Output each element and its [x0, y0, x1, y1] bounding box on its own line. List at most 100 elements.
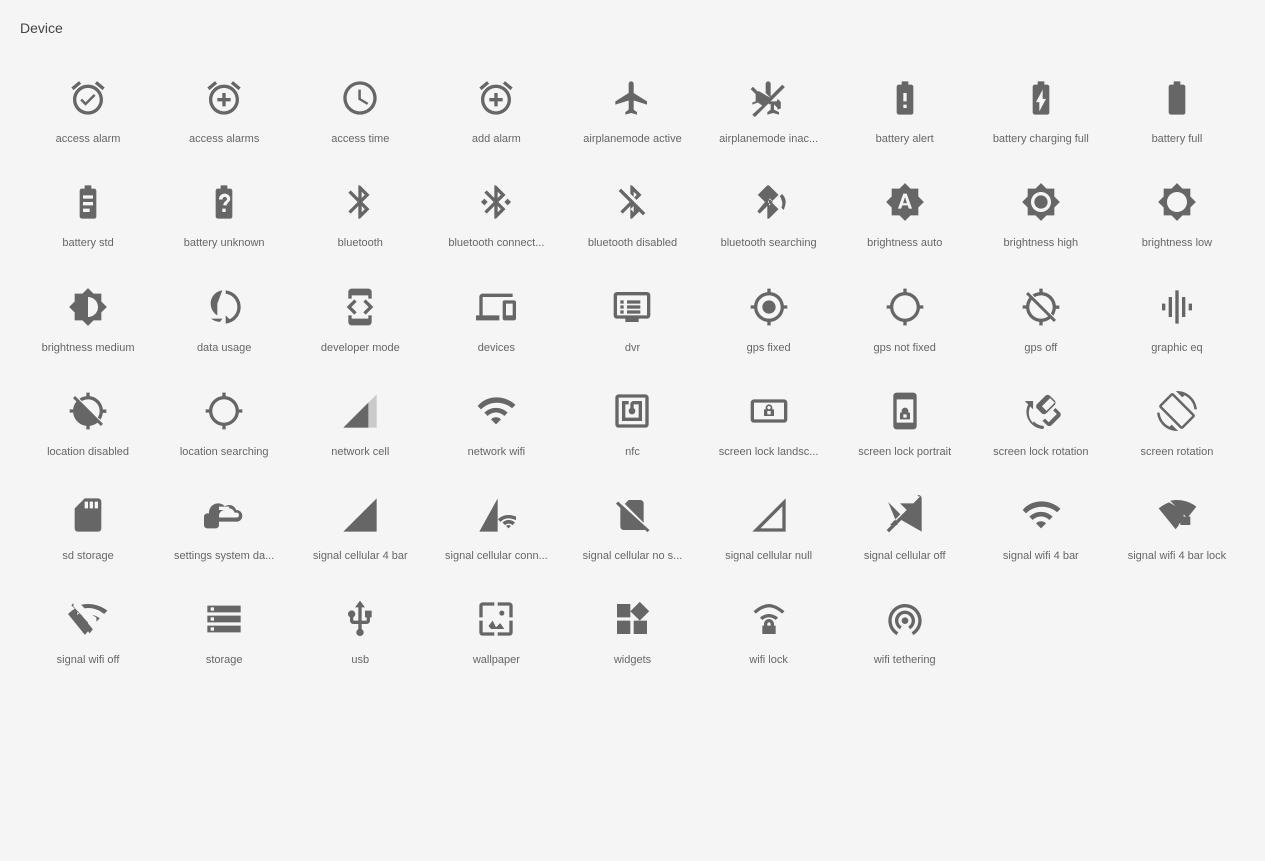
signal-wifi-off-icon: [64, 595, 112, 643]
icon-item-signal-wifi-4-bar-lock[interactable]: signal wifi 4 bar lock: [1109, 473, 1245, 577]
icon-item-graphic-eq[interactable]: graphic eq: [1109, 265, 1245, 369]
icon-item-bluetooth-disabled[interactable]: bluetooth disabled: [564, 160, 700, 264]
gps-not-fixed-label: gps not fixed: [874, 341, 936, 355]
icon-item-brightness-low[interactable]: brightness low: [1109, 160, 1245, 264]
signal-cellular-4-bar-icon: [336, 491, 384, 539]
battery-full-icon: [1153, 74, 1201, 122]
access-alarm-icon: [64, 74, 112, 122]
icon-item-signal-wifi-4-bar[interactable]: signal wifi 4 bar: [973, 473, 1109, 577]
add-alarm-icon: [472, 74, 520, 122]
icon-item-signal-cellular-off[interactable]: signal cellular off: [837, 473, 973, 577]
icon-item-location-disabled[interactable]: location disabled: [20, 369, 156, 473]
settings-system-daydream-icon: [200, 491, 248, 539]
battery-full-label: battery full: [1152, 132, 1203, 146]
icon-item-airplanemode-inactive[interactable]: airplanemode inac...: [701, 56, 837, 160]
location-searching-label: location searching: [180, 445, 269, 459]
bluetooth-searching-icon: [745, 178, 793, 226]
battery-alert-icon: [881, 74, 929, 122]
icon-item-devices[interactable]: devices: [428, 265, 564, 369]
icon-item-access-alarm[interactable]: access alarm: [20, 56, 156, 160]
icon-item-wifi-tethering[interactable]: wifi tethering: [837, 577, 973, 681]
bluetooth-label: bluetooth: [338, 236, 383, 250]
icon-item-network-cell[interactable]: network cell: [292, 369, 428, 473]
icon-item-bluetooth-connected[interactable]: bluetooth connect...: [428, 160, 564, 264]
location-disabled-label: location disabled: [47, 445, 129, 459]
settings-system-daydream-label: settings system da...: [174, 549, 274, 563]
battery-unknown-label: battery unknown: [184, 236, 265, 250]
icon-item-screen-lock-rotation[interactable]: screen lock rotation: [973, 369, 1109, 473]
icon-item-bluetooth-searching[interactable]: bluetooth searching: [701, 160, 837, 264]
icon-item-signal-wifi-off[interactable]: signal wifi off: [20, 577, 156, 681]
airplanemode-active-label: airplanemode active: [583, 132, 681, 146]
nfc-icon: [608, 387, 656, 435]
icon-item-brightness-medium[interactable]: brightness medium: [20, 265, 156, 369]
airplanemode-inactive-label: airplanemode inac...: [719, 132, 818, 146]
icon-item-data-usage[interactable]: data usage: [156, 265, 292, 369]
location-disabled-icon: [64, 387, 112, 435]
icon-item-add-alarm[interactable]: add alarm: [428, 56, 564, 160]
screen-lock-rotation-icon: [1017, 387, 1065, 435]
icon-item-battery-full[interactable]: battery full: [1109, 56, 1245, 160]
icon-item-screen-rotation[interactable]: screen rotation: [1109, 369, 1245, 473]
data-usage-label: data usage: [197, 341, 251, 355]
icon-item-signal-cellular-null[interactable]: signal cellular null: [701, 473, 837, 577]
signal-wifi-4-bar-lock-icon: [1153, 491, 1201, 539]
signal-wifi-off-label: signal wifi off: [57, 653, 120, 667]
icon-item-brightness-auto[interactable]: brightness auto: [837, 160, 973, 264]
wallpaper-label: wallpaper: [473, 653, 520, 667]
signal-wifi-4-bar-lock-label: signal wifi 4 bar lock: [1128, 549, 1226, 563]
bluetooth-connected-icon: [472, 178, 520, 226]
icon-item-battery-unknown[interactable]: battery unknown: [156, 160, 292, 264]
icon-item-storage[interactable]: storage: [156, 577, 292, 681]
icon-item-settings-system-daydream[interactable]: settings system da...: [156, 473, 292, 577]
icon-item-access-alarms[interactable]: access alarms: [156, 56, 292, 160]
icon-item-wallpaper[interactable]: wallpaper: [428, 577, 564, 681]
signal-cellular-off-label: signal cellular off: [864, 549, 946, 563]
add-alarm-label: add alarm: [472, 132, 521, 146]
icon-item-airplanemode-active[interactable]: airplanemode active: [564, 56, 700, 160]
icon-item-gps-fixed[interactable]: gps fixed: [701, 265, 837, 369]
developer-mode-label: developer mode: [321, 341, 400, 355]
icon-item-location-searching[interactable]: location searching: [156, 369, 292, 473]
icon-item-signal-cellular-connected[interactable]: signal cellular conn...: [428, 473, 564, 577]
icon-item-access-time[interactable]: access time: [292, 56, 428, 160]
bluetooth-disabled-label: bluetooth disabled: [588, 236, 677, 250]
icon-item-signal-cellular-no-sim[interactable]: signal cellular no s...: [564, 473, 700, 577]
bluetooth-searching-label: bluetooth searching: [721, 236, 817, 250]
icon-grid: access alarm access alarms access time a…: [20, 56, 1245, 682]
battery-charging-full-label: battery charging full: [993, 132, 1089, 146]
sd-storage-icon: [64, 491, 112, 539]
icon-item-gps-off[interactable]: gps off: [973, 265, 1109, 369]
icon-item-network-wifi[interactable]: network wifi: [428, 369, 564, 473]
signal-cellular-no-sim-label: signal cellular no s...: [583, 549, 683, 563]
icon-item-battery-charging-full[interactable]: battery charging full: [973, 56, 1109, 160]
icon-item-screen-lock-landscape[interactable]: screen lock landsc...: [701, 369, 837, 473]
signal-cellular-null-label: signal cellular null: [725, 549, 812, 563]
screen-lock-landscape-icon: [745, 387, 793, 435]
icon-item-bluetooth[interactable]: bluetooth: [292, 160, 428, 264]
icon-item-battery-alert[interactable]: battery alert: [837, 56, 973, 160]
icon-item-nfc[interactable]: nfc: [564, 369, 700, 473]
brightness-auto-label: brightness auto: [867, 236, 942, 250]
icon-item-gps-not-fixed[interactable]: gps not fixed: [837, 265, 973, 369]
wifi-tethering-icon: [881, 595, 929, 643]
icon-item-sd-storage[interactable]: sd storage: [20, 473, 156, 577]
icon-item-widgets[interactable]: widgets: [564, 577, 700, 681]
icon-item-wifi-lock[interactable]: wifi lock: [701, 577, 837, 681]
signal-cellular-4-bar-label: signal cellular 4 bar: [313, 549, 408, 563]
wifi-lock-label: wifi lock: [749, 653, 788, 667]
icon-item-signal-cellular-4-bar[interactable]: signal cellular 4 bar: [292, 473, 428, 577]
devices-label: devices: [478, 341, 515, 355]
icon-item-developer-mode[interactable]: developer mode: [292, 265, 428, 369]
icon-item-usb[interactable]: usb: [292, 577, 428, 681]
icon-item-screen-lock-portrait[interactable]: screen lock portrait: [837, 369, 973, 473]
battery-unknown-icon: [200, 178, 248, 226]
icon-item-brightness-high[interactable]: brightness high: [973, 160, 1109, 264]
icon-item-battery-std[interactable]: battery std: [20, 160, 156, 264]
screen-lock-portrait-label: screen lock portrait: [858, 445, 951, 459]
screen-rotation-icon: [1153, 387, 1201, 435]
network-cell-icon: [336, 387, 384, 435]
bluetooth-connected-label: bluetooth connect...: [448, 236, 544, 250]
gps-off-icon: [1017, 283, 1065, 331]
icon-item-dvr[interactable]: dvr: [564, 265, 700, 369]
